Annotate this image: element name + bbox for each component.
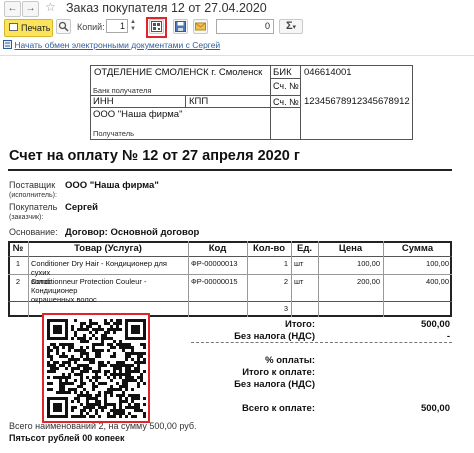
- buyer-label: Покупатель (заказчик):: [9, 202, 57, 222]
- title-underline: [8, 169, 452, 171]
- table-row-num: 1: [15, 259, 21, 268]
- total-value: 500,00: [420, 319, 450, 330]
- grid-divider: [300, 65, 301, 140]
- vat2-label: Без налога (НДС): [234, 379, 315, 390]
- print-button-label: Печать: [21, 23, 51, 33]
- grid-divider: [90, 107, 300, 108]
- header-code: Код: [208, 243, 227, 254]
- product-line: Conditioner Dry Hair - Кондиционер для с…: [31, 259, 167, 277]
- kpp-label: КПП: [189, 96, 209, 107]
- header-unit: Ед.: [296, 243, 312, 254]
- table-row-code: ФР-00000015: [191, 277, 238, 286]
- buyer-label-line: Покупатель: [9, 202, 58, 212]
- header-num: №: [12, 243, 24, 254]
- header-sum: Сумма: [401, 243, 434, 254]
- grid-divider: [270, 78, 300, 79]
- grand-total-label: Всего к оплате:: [241, 403, 315, 414]
- qr-modules: [47, 319, 146, 418]
- table-row-sum: 400,00: [426, 277, 449, 286]
- table-row-qty: 2: [283, 277, 288, 286]
- magnifier-icon: [58, 21, 69, 32]
- back-arrow-icon[interactable]: ←: [4, 1, 21, 17]
- table-row-code: ФР-00000013: [191, 259, 238, 268]
- sigma-icon: Σ: [285, 20, 293, 32]
- account-label-1: Сч. №: [273, 81, 299, 91]
- grid-divider: [185, 95, 186, 107]
- table-row-price: 200,00: [357, 277, 380, 286]
- window-title: Заказ покупателя 12 от 27.04.2020: [66, 1, 267, 15]
- basis-value: Договор: Основной договор: [65, 227, 200, 238]
- bik-label: БИК: [273, 67, 292, 78]
- forward-arrow-icon[interactable]: →: [22, 1, 39, 17]
- table-row-unit: шт: [294, 259, 304, 268]
- basis-label: Основание:: [9, 227, 58, 237]
- payment-qr-code: [42, 313, 150, 423]
- floppy-disk-icon: [175, 21, 186, 32]
- vat-value: -: [446, 331, 450, 342]
- totals-divider: [191, 342, 452, 343]
- inn-label: ИНН: [93, 96, 114, 107]
- header-price: Цена: [338, 243, 363, 254]
- save-button[interactable]: [173, 19, 188, 34]
- spin-down-icon[interactable]: ▼: [129, 26, 137, 33]
- grid-divider: [270, 65, 271, 140]
- spin-up-icon[interactable]: ▲: [129, 19, 137, 26]
- buyer-label-line: (заказчик):: [9, 214, 44, 221]
- qr-button-highlight: [146, 17, 167, 38]
- chevron-down-icon: ▾: [292, 24, 297, 31]
- title-bar: ← → ☆ Заказ покупателя 12 от 27.04.2020: [0, 0, 474, 18]
- favorite-star-icon[interactable]: ☆: [43, 1, 58, 15]
- exchange-icon: [3, 40, 12, 49]
- header-product: Товар (Услуга): [74, 243, 142, 254]
- copies-label: Копий:: [77, 22, 105, 32]
- bik-value: 046614001: [304, 67, 352, 78]
- bank-caption: Банк получателя: [93, 86, 152, 95]
- percent-label: % оплаты:: [265, 355, 315, 366]
- account-value: 12345678912345678912: [304, 96, 410, 107]
- table-row-sum: 100,00: [426, 259, 449, 268]
- grand-total-value: 500,00: [420, 403, 450, 414]
- copies-spinner[interactable]: ▲ ▼: [129, 19, 137, 33]
- table-row-qty: 1: [283, 259, 288, 268]
- exchange-link[interactable]: Начать обмен электронными документами с …: [14, 40, 220, 50]
- vat-label: Без налога (НДС): [234, 331, 315, 342]
- invoice-title: Счет на оплату № 12 от 27 апреля 2020 г: [9, 148, 300, 164]
- amount-in-words: Пятьсот рублей 00 копеек: [9, 433, 125, 443]
- total-qty: 3: [283, 304, 288, 313]
- toolbar: Печать Копий: 1 ▲ ▼ 0 Σ▾: [0, 18, 474, 38]
- total-label: Итого:: [285, 319, 315, 330]
- recipient-name: ООО "Наша фирма": [93, 109, 183, 120]
- printer-icon: [9, 23, 18, 31]
- exchange-link-row[interactable]: Начать обмен электронными документами с …: [3, 40, 220, 50]
- table-row-price: 100,00: [357, 259, 380, 268]
- envelope-icon: [195, 22, 206, 31]
- send-email-button[interactable]: [193, 19, 208, 34]
- recipient-caption: Получатель: [93, 129, 134, 138]
- supplier-label-line: (исполнитель):: [9, 192, 57, 199]
- supplier-value: ООО "Наша фирма": [65, 180, 159, 191]
- table-row-unit: шт: [294, 277, 304, 286]
- bank-name: ОТДЕЛЕНИЕ СМОЛЕНСК г. Смоленск: [94, 67, 263, 78]
- sum-field[interactable]: 0: [216, 19, 274, 34]
- table-header-divider: [8, 256, 452, 257]
- copies-input[interactable]: 1: [106, 19, 128, 33]
- buyer-value: Сергей: [65, 202, 99, 213]
- table-row-product: Conditionneur Protection Couleur - Конди…: [31, 277, 187, 304]
- product-line: окрашенных волос: [31, 295, 97, 304]
- preview-button[interactable]: [56, 19, 71, 34]
- to-pay-label: Итого к оплате:: [242, 367, 315, 378]
- qr-code-image: [47, 319, 146, 418]
- sum-button[interactable]: Σ▾: [279, 19, 303, 34]
- table-row-num: 2: [15, 277, 21, 286]
- print-button[interactable]: Печать: [4, 19, 53, 37]
- header-qty: Кол-во: [252, 243, 286, 254]
- account-label-2: Сч. №: [273, 97, 299, 107]
- supplier-label-line: Поставщик: [9, 180, 56, 190]
- product-line: Conditionneur Protection Couleur - Конди…: [31, 277, 147, 295]
- supplier-label: Поставщик (исполнитель):: [9, 180, 57, 200]
